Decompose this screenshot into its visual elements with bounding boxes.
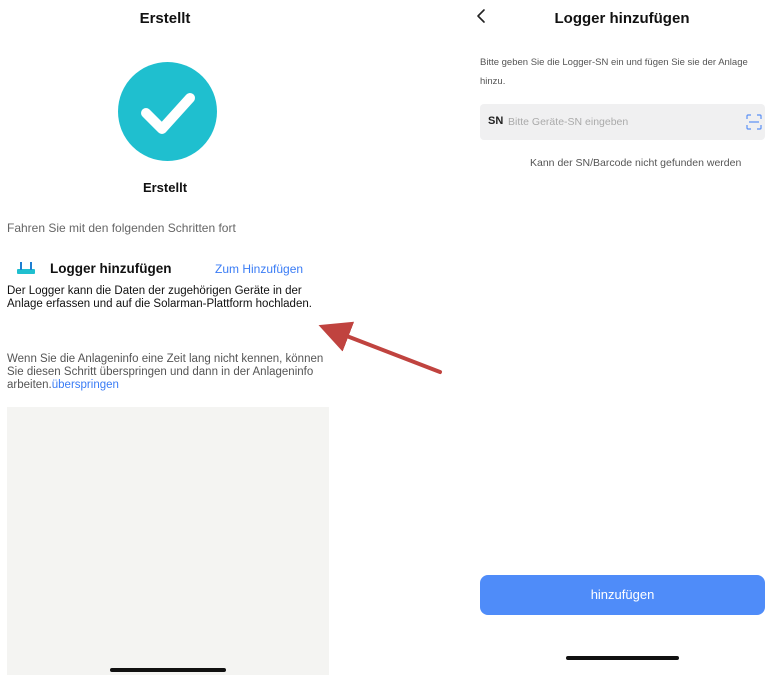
cant-find-link[interactable]: Kann der SN/Barcode nicht gefunden werde… [530,157,741,169]
skip-info: Wenn Sie die Anlageninfo eine Zeit lang … [7,353,325,392]
chevron-left-icon[interactable] [476,7,486,30]
page-title: Erstellt [139,10,191,27]
sn-input[interactable] [508,112,728,132]
add-logger-link[interactable]: Zum Hinzufügen [215,262,303,276]
page-title: Logger hinzufügen [554,10,690,27]
home-indicator [566,656,679,660]
add-logger-screen: Logger hinzufügen Bitte geben Sie die Lo… [470,0,766,675]
skip-link[interactable]: überspringen [52,379,119,391]
scan-icon[interactable] [746,114,762,130]
step-title: Logger hinzufügen [50,261,172,276]
success-check-icon [118,62,217,161]
home-indicator [110,668,226,672]
add-button[interactable]: hinzufügen [480,575,765,615]
sn-prefix: SN [488,115,504,127]
created-screen: Erstellt Erstellt Fahren Sie mit den fol… [0,0,330,675]
instruction-text: Bitte geben Sie die Logger-SN ein und fü… [480,57,748,87]
steps-intro: Fahren Sie mit den folgenden Schritten f… [7,221,236,235]
success-label: Erstellt [142,180,188,195]
empty-area [7,407,329,675]
router-icon [17,262,35,274]
step-description: Der Logger kann die Daten der zugehörige… [7,285,312,310]
sn-field: SN [480,104,765,140]
